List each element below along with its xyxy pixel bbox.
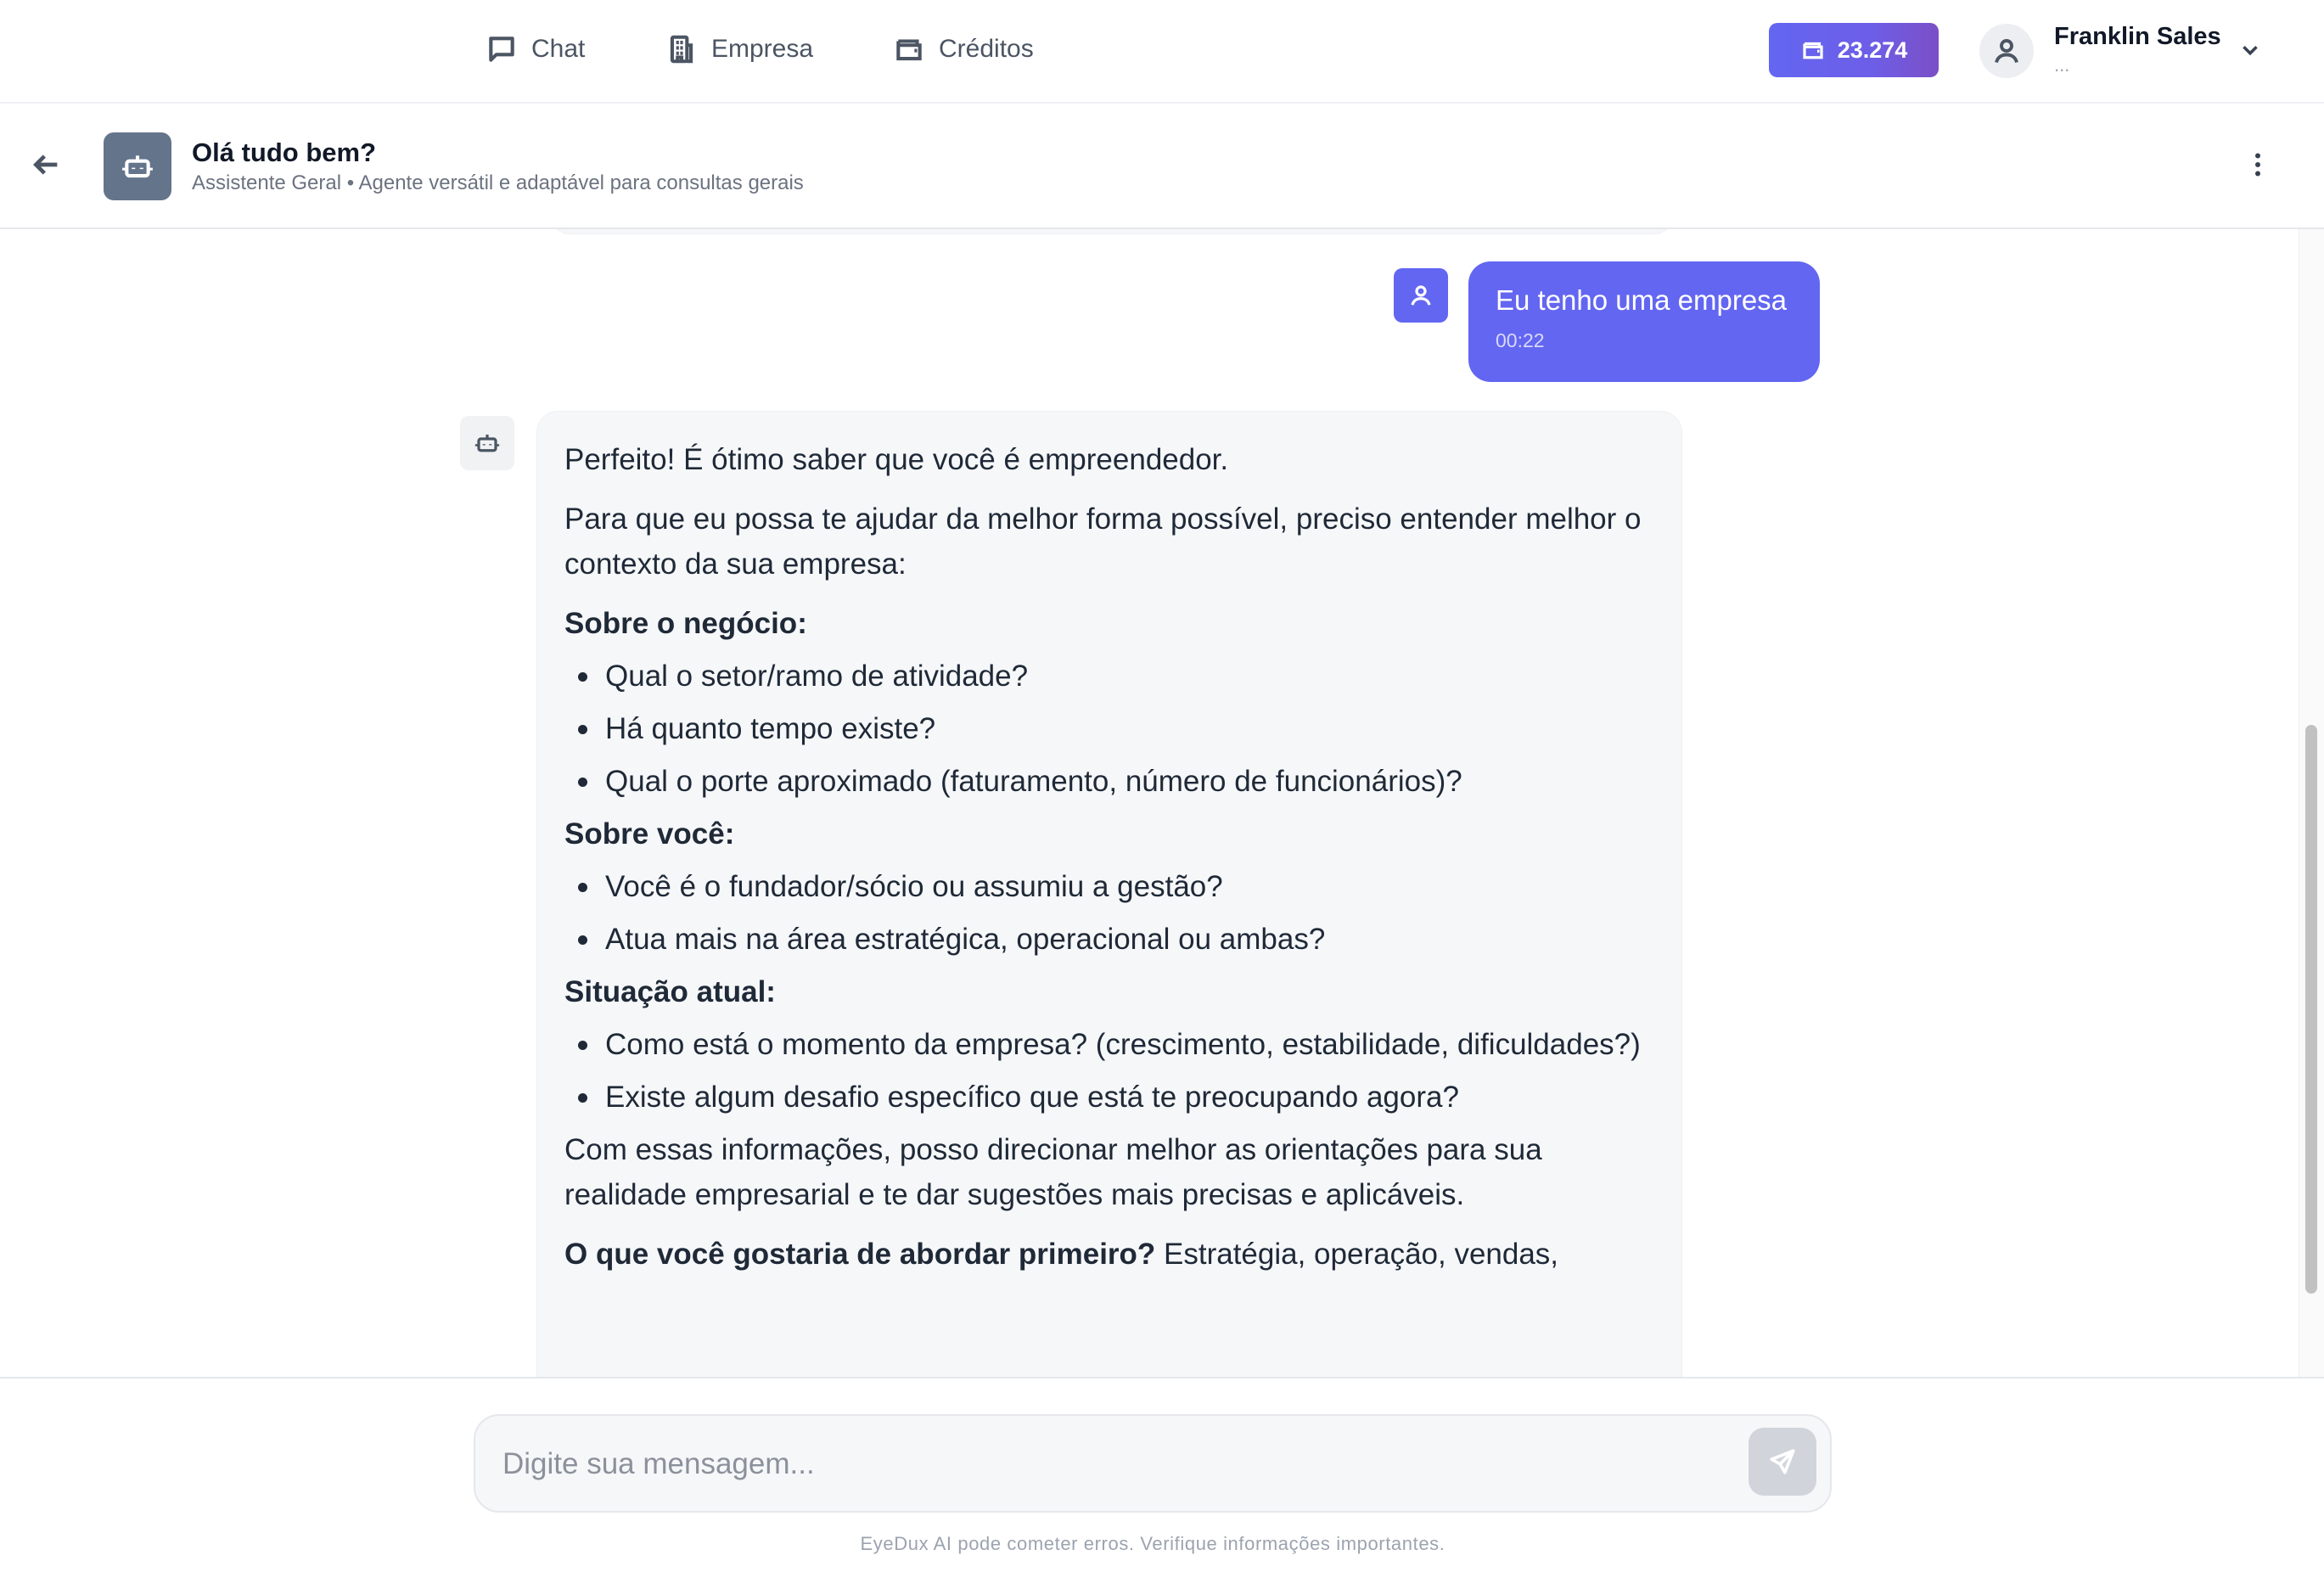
send-icon <box>1770 1449 1795 1474</box>
more-options-icon[interactable] <box>2243 148 2273 182</box>
list-item: Qual o setor/ramo de atividade? <box>564 654 1654 699</box>
user-message-avatar <box>1394 268 1448 323</box>
section-heading: Sobre você: <box>564 817 735 851</box>
back-arrow-icon[interactable] <box>29 148 63 182</box>
message-list[interactable]: Eu tenho uma empresa 00:22 Perfeito! É ó… <box>0 229 2324 1377</box>
list-item: Atua mais na área estratégica, operacion… <box>564 917 1654 962</box>
bot-intro: Perfeito! É ótimo saber que você é empre… <box>564 443 1229 476</box>
credits-value: 23.274 <box>1837 36 1908 63</box>
nav-creditos-label: Créditos <box>939 35 1034 63</box>
bot-message-bubble: Perfeito! É ótimo saber que você é empre… <box>536 411 1682 1377</box>
bullet-list: Você é o fundador/sócio ou assumiu a ges… <box>564 864 1654 962</box>
user-message-text: Eu tenho uma empresa <box>1496 284 1788 316</box>
scrollbar-thumb[interactable] <box>2305 725 2317 1294</box>
bot-paragraph: Para que eu possa te ajudar da melhor fo… <box>564 503 1642 581</box>
wallet-icon <box>896 39 922 61</box>
top-nav: Chat Empresa Créditos 23.274 Franklin Sa… <box>0 0 2324 104</box>
user-subtitle: ... <box>2054 54 2070 76</box>
list-item: Há quanto tempo existe? <box>564 706 1654 751</box>
bot-closing-rest: Estratégia, operação, vendas, <box>1155 1238 1559 1271</box>
nav-chat-label: Chat <box>531 35 586 63</box>
bot-closing: O que você gostaria de abordar primeiro?… <box>564 1232 1654 1277</box>
list-item: Como está o momento da empresa? (crescim… <box>564 1022 1654 1067</box>
nav-empresa[interactable]: Empresa <box>665 31 813 68</box>
nav-empresa-label: Empresa <box>711 35 814 63</box>
user-message-time: 00:22 <box>1496 329 1545 351</box>
chat-subtitle: Assistente Geral • Agente versátil e ada… <box>192 171 804 194</box>
user-name[interactable]: Franklin Sales <box>2054 23 2221 51</box>
chat-title: Olá tudo bem? <box>192 138 376 167</box>
nav-creditos[interactable]: Créditos <box>893 31 1034 68</box>
nav-chat[interactable]: Chat <box>486 31 585 68</box>
user-avatar[interactable] <box>1979 24 2034 78</box>
bot-paragraph: Com essas informações, posso direcionar … <box>564 1133 1542 1211</box>
chat-header: Olá tudo bem? Assistente Geral • Agente … <box>0 104 2324 229</box>
building-icon <box>670 35 693 64</box>
robot-icon <box>122 155 153 178</box>
disclaimer: EyeDux AI pode cometer erros. Verifique … <box>860 1533 1445 1554</box>
bullet-list: Qual o setor/ramo de atividade? Há quant… <box>564 654 1654 804</box>
message-input[interactable] <box>502 1436 1708 1492</box>
bullet-list: Como está o momento da empresa? (crescim… <box>564 1022 1654 1120</box>
list-item: Qual o porte aproximado (faturamento, nú… <box>564 759 1654 804</box>
previous-message-edge <box>552 229 1672 234</box>
bot-message-avatar <box>460 416 514 470</box>
credits-button[interactable]: 23.274 <box>1769 23 1939 77</box>
message-input-box[interactable] <box>474 1414 1832 1513</box>
user-message-bubble: Eu tenho uma empresa 00:22 <box>1468 261 1820 382</box>
section-heading: Situação atual: <box>564 975 776 1008</box>
wallet-icon <box>1803 42 1823 59</box>
user-icon <box>1995 39 2018 64</box>
user-icon <box>1411 285 1431 306</box>
chevron-down-icon[interactable] <box>2237 37 2263 63</box>
composer: EyeDux AI pode cometer erros. Verifique … <box>0 1377 2324 1589</box>
send-button[interactable] <box>1749 1428 1816 1496</box>
section-heading: Sobre o negócio: <box>564 607 807 640</box>
list-item: Existe algum desafio específico que está… <box>564 1075 1654 1120</box>
agent-avatar <box>104 132 171 200</box>
list-item: Você é o fundador/sócio ou assumiu a ges… <box>564 864 1654 909</box>
bot-closing-bold: O que você gostaria de abordar primeiro? <box>564 1238 1156 1271</box>
robot-icon <box>474 435 500 452</box>
chat-bubble-icon <box>489 36 514 62</box>
